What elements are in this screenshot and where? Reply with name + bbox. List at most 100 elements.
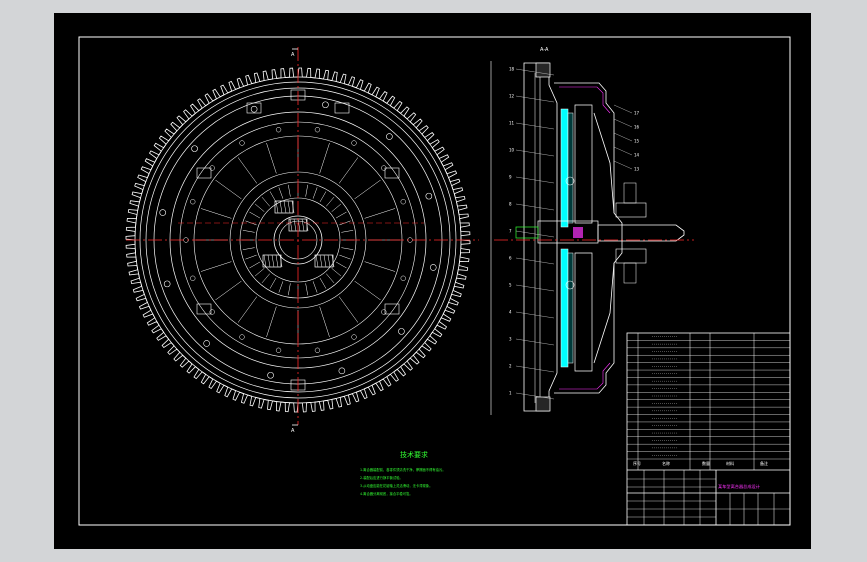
damper-coil	[275, 254, 279, 268]
parts-list-header: 序号 名称 数量 材料 备注	[627, 460, 790, 471]
friction-lining-upper	[560, 108, 569, 228]
hub-spoke-line	[319, 191, 327, 203]
hub-spoke-line	[331, 203, 342, 212]
drive-strap	[384, 303, 400, 315]
pressure-plate-lower	[574, 252, 593, 372]
balloon-label: 4	[509, 310, 512, 315]
diaphragm-spring-lower	[593, 262, 615, 364]
hub-spoke-line	[305, 283, 308, 296]
balloon-label: 18	[509, 67, 515, 72]
note-line-1: 1.离合器装配前，各零件须清洗干净，摩擦面不得有油污。	[360, 467, 446, 472]
release-bearing-lower	[615, 248, 647, 264]
balloon-label: 10	[509, 148, 515, 153]
friction-segment-line	[266, 142, 277, 174]
section-mark-top: A	[291, 52, 295, 58]
damper-coil	[327, 254, 331, 268]
hub-spoke-line	[341, 247, 354, 250]
hub-spoke-line	[339, 254, 351, 260]
balloon-label: 7	[509, 229, 512, 234]
balloon-label: 9	[509, 175, 512, 180]
rivet-hole	[351, 140, 357, 146]
damper-coil	[319, 254, 323, 268]
bolt-hole	[386, 133, 393, 140]
damper-coil	[293, 218, 297, 232]
balloon-label: 6	[509, 256, 512, 261]
note-line-2: 2.装配后应进行静平衡试验。	[360, 475, 403, 480]
hub-spoke-line	[288, 283, 291, 296]
damper-coil	[287, 200, 291, 214]
hub-spoke-line	[245, 254, 257, 260]
friction-segment-line	[215, 280, 242, 301]
hub-spoke-line	[312, 281, 318, 293]
hub-spoke-line	[319, 277, 327, 289]
rivet-hole	[239, 334, 245, 340]
friction-segment-line	[319, 306, 330, 338]
hub-spoke-line	[335, 211, 347, 219]
hub-spoke-line	[326, 196, 335, 207]
parts-list	[627, 333, 790, 470]
drawing-title: 某车型离合器总成设计	[718, 483, 760, 490]
rivet-hole	[314, 127, 321, 133]
front-view-flywheel: A A	[125, 47, 479, 434]
side-section-view: A-A 17 16 15 14 13 18 12 11 10 9 8 7 6 5 4 3 2 1	[490, 47, 694, 415]
header-material: 材料	[726, 460, 734, 466]
spline-highlight	[573, 227, 583, 238]
rivet-hole	[190, 199, 196, 205]
friction-segment-line	[338, 296, 359, 323]
hub-spoke-line	[305, 184, 308, 197]
pilot-bearing	[515, 226, 539, 239]
section-arrow-icon	[292, 48, 298, 426]
balloon-label: 1	[509, 391, 512, 396]
balloon-label: 17	[634, 111, 640, 116]
balloon-label: 8	[509, 202, 512, 207]
friction-segment-line	[319, 142, 330, 174]
rivet-hole	[239, 140, 245, 146]
damper-coil	[283, 200, 287, 214]
rivet-hole	[351, 334, 357, 340]
rivet-hole	[400, 275, 406, 281]
friction-segment-line	[266, 306, 277, 338]
friction-segment-line	[354, 179, 381, 200]
rivet-hole	[314, 347, 321, 353]
diaphragm-spring-upper	[593, 112, 615, 214]
bolt-hole	[429, 264, 437, 271]
hub-spoke-line	[261, 196, 270, 207]
balloon-label: 5	[509, 283, 512, 288]
leader-line	[613, 160, 633, 170]
bolt-hole	[338, 367, 346, 375]
damper-coil	[315, 254, 319, 268]
title-block-cells	[627, 470, 790, 525]
damper-coil	[267, 254, 271, 268]
drive-strap	[196, 167, 212, 179]
bolt-hole	[425, 192, 433, 200]
note-line-3: 3.从动盘应能在花键轴上灵活滑动，无卡滞现象。	[360, 483, 432, 488]
balloon-label: 12	[509, 94, 515, 99]
drive-strap	[196, 303, 212, 315]
ring-gear-section-top	[535, 62, 551, 78]
rivet-hole	[190, 275, 196, 281]
bolt-hole	[398, 328, 405, 335]
friction-segment-line	[364, 208, 396, 219]
bolt-hole	[322, 101, 329, 109]
rivet-hole	[381, 309, 387, 315]
friction-segment-line	[215, 179, 242, 200]
leader-line	[613, 146, 633, 156]
header-index: 序号	[633, 460, 641, 466]
hub-spoke-line	[288, 184, 291, 197]
rivet-hole	[275, 127, 282, 133]
friction-lining-lower	[560, 248, 569, 368]
damper-coil	[271, 254, 275, 268]
hub-spoke-line	[335, 261, 347, 269]
hub-spoke-line	[341, 230, 354, 233]
balloon-label: 15	[634, 139, 640, 144]
cad-viewport[interactable]: A A A-A 17 16 15 14 13 18 12 11 10 9 8 7…	[54, 13, 811, 549]
bolt-hole	[203, 340, 210, 347]
leader-line	[613, 118, 633, 128]
rivet-hole	[400, 199, 406, 205]
section-mark-bottom: A	[291, 428, 295, 434]
leader-line	[613, 104, 633, 114]
bolt-hole	[250, 105, 258, 113]
balloon-label: 13	[634, 167, 640, 172]
damper-coil	[279, 200, 283, 214]
friction-segment-line	[364, 261, 396, 272]
